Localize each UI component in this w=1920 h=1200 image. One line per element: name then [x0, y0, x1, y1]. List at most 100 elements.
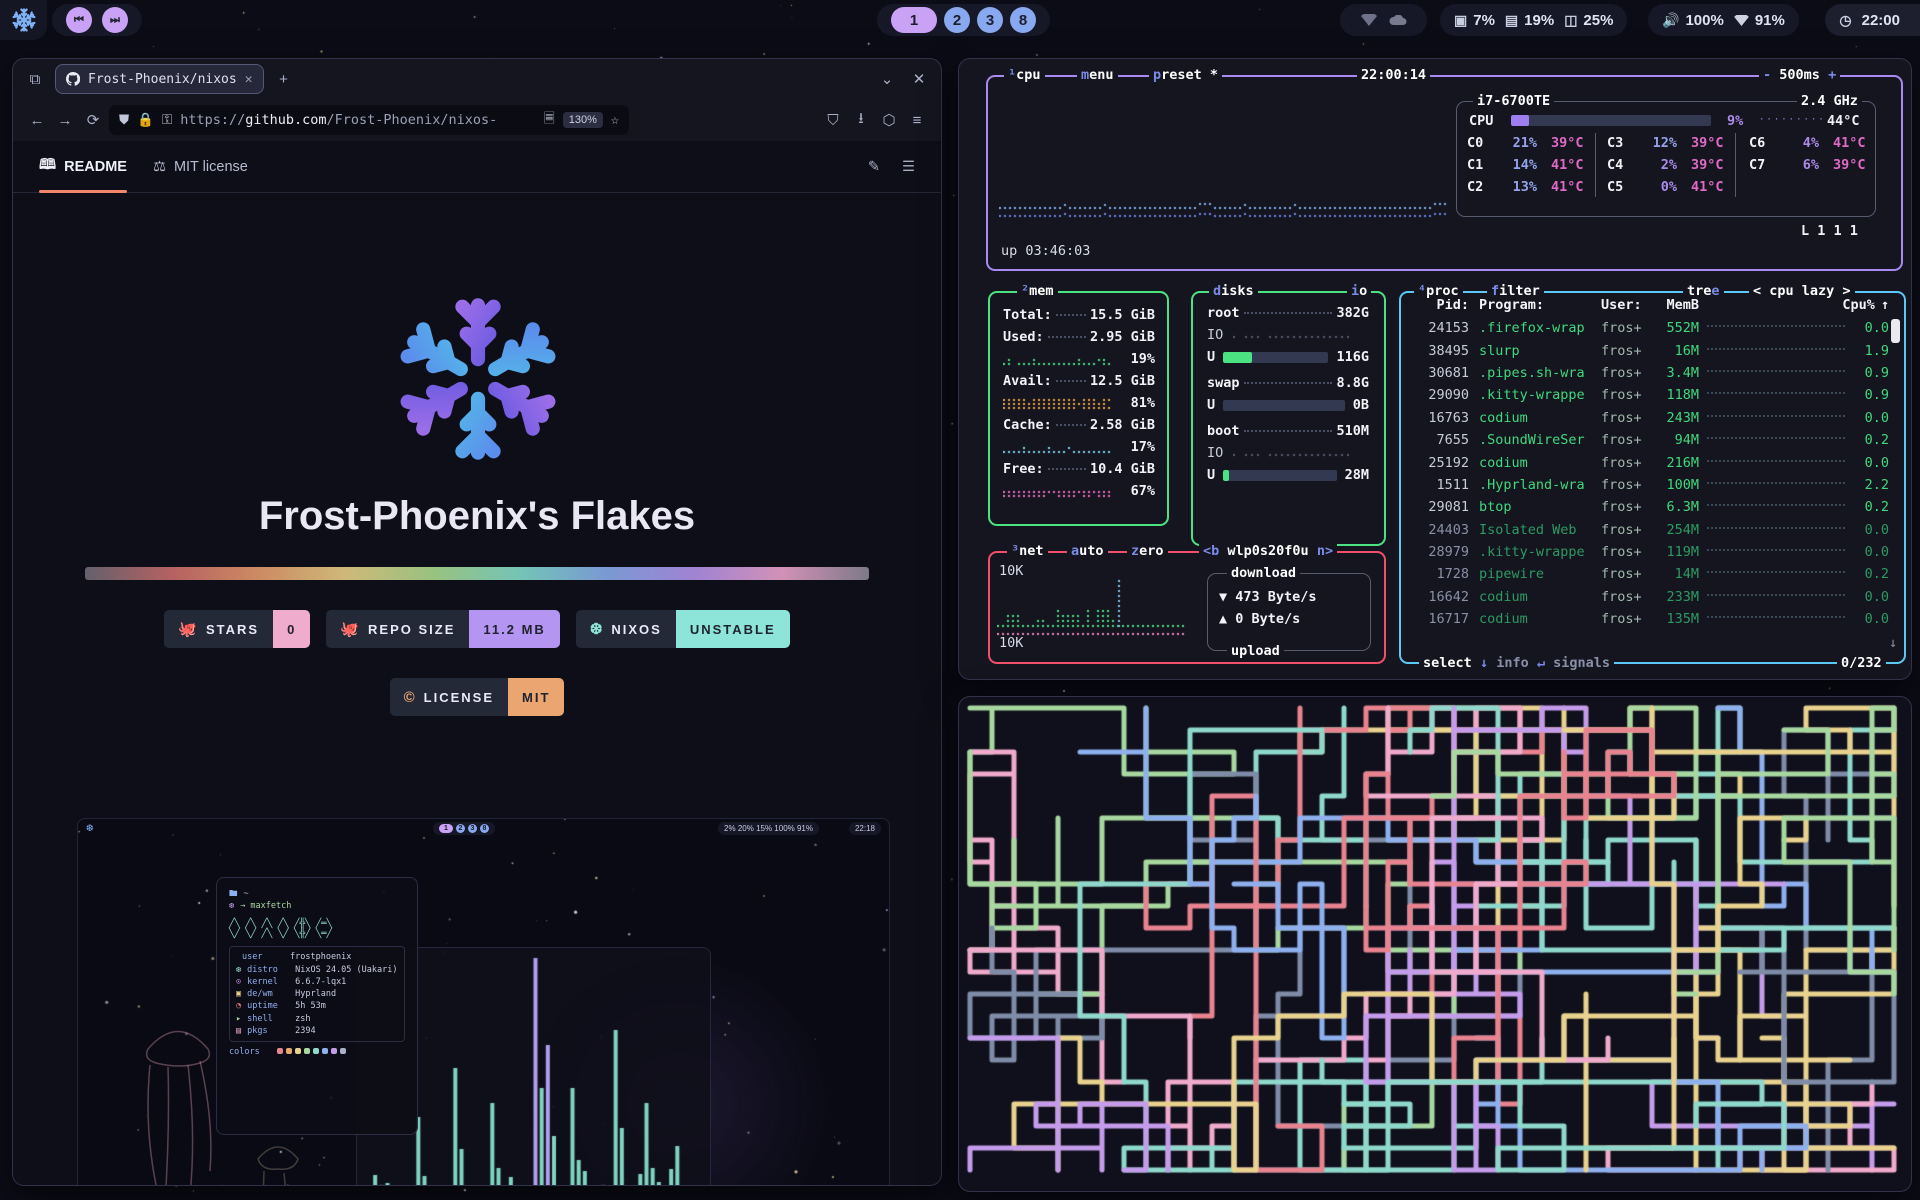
proc-user: fros+: [1601, 343, 1653, 359]
workspace-button-3[interactable]: 3: [977, 7, 1003, 33]
workspace-button-8[interactable]: 8: [1010, 7, 1036, 33]
select-label[interactable]: select: [1423, 655, 1472, 671]
core-name: C0: [1467, 135, 1495, 151]
screenshot-stats: 2% 20% 15% 100% 91%: [718, 822, 819, 835]
process-row[interactable]: 25192codiumfros+216M0.0: [1407, 451, 1889, 473]
color-swatch: [331, 1048, 337, 1054]
disks-io-toggle[interactable]: io: [1347, 283, 1371, 299]
net-traffic-graph: [997, 579, 1187, 641]
proc-header-mem[interactable]: MemB: [1653, 297, 1699, 313]
back-button[interactable]: ←: [25, 108, 49, 132]
nixos-menu-button[interactable]: [0, 0, 47, 40]
media-controls: ⏮ ⏭: [52, 4, 142, 36]
mem-row-value: 2.58 GiB: [1090, 417, 1155, 433]
browser-tab[interactable]: Frost-Phoenix/nixos ✕: [55, 64, 264, 94]
process-row[interactable]: 29090.kitty-wrappefros+118M0.9: [1407, 384, 1889, 406]
volume-level: 100%: [1685, 12, 1723, 29]
disk-used-meter: [1223, 470, 1336, 481]
proc-mem: 118M: [1653, 387, 1699, 403]
readme-tab-label: README: [64, 159, 127, 175]
reader-mode-icon[interactable]: 🗏: [544, 109, 555, 132]
volume-icon[interactable]: 🔊: [1662, 12, 1679, 29]
wifi-icon[interactable]: [1734, 15, 1749, 26]
process-row[interactable]: 1728pipewirefros+14M0.2: [1407, 563, 1889, 585]
zoom-level-badge[interactable]: 130%: [563, 112, 603, 128]
workspace-button-1[interactable]: 1: [891, 7, 937, 33]
process-row[interactable]: 7655.SoundWireSerfros+94M0.2: [1407, 429, 1889, 451]
process-row[interactable]: 16642codiumfros+233M0.0: [1407, 586, 1889, 608]
proc-sort-selector[interactable]: < cpu lazy >: [1749, 283, 1855, 299]
mem-graph: [1003, 351, 1113, 367]
net-box-title[interactable]: ³net: [1007, 543, 1048, 559]
pkgs-icon: ▤: [236, 1025, 241, 1037]
disk-icon: ◫: [1564, 12, 1577, 29]
permissions-icon[interactable]: ⚿: [162, 112, 172, 128]
process-row[interactable]: 24153.firefox-wrapfros+552M0.0: [1407, 317, 1889, 339]
signals-label[interactable]: signals: [1553, 655, 1610, 671]
proc-header-user[interactable]: User:: [1601, 297, 1653, 313]
proc-leader: [1707, 616, 1845, 618]
bookmark-star-icon[interactable]: ☆: [611, 112, 619, 128]
extensions-puzzle-icon[interactable]: ⬡: [877, 108, 901, 132]
forward-button[interactable]: →: [53, 108, 77, 132]
net-interface-switcher[interactable]: <b wlp0s20f0u n>: [1199, 543, 1337, 559]
proc-filter-button[interactable]: filter: [1487, 283, 1544, 299]
process-row[interactable]: 38495slurpfros+16M1.9: [1407, 339, 1889, 361]
outline-list-icon[interactable]: ☰: [902, 159, 915, 175]
workspace-button-2[interactable]: 2: [944, 7, 970, 33]
proc-scroll-down-icon[interactable]: ↓: [1889, 635, 1897, 651]
core-column-divider: [1595, 133, 1596, 197]
pocket-icon[interactable]: ⛉: [821, 108, 845, 132]
process-row[interactable]: 16763codiumfros+243M0.0: [1407, 407, 1889, 429]
reload-button[interactable]: ⟳: [81, 108, 105, 132]
process-row[interactable]: 1511.Hyprland-wrafros+100M2.2: [1407, 474, 1889, 496]
net-auto-toggle[interactable]: auto: [1067, 543, 1108, 559]
edit-pencil-icon[interactable]: ✎: [868, 159, 880, 175]
proc-tree-toggle[interactable]: tree: [1683, 283, 1724, 299]
screenshot-workspace-1: 1: [439, 824, 453, 833]
badge-license[interactable]: ©LICENSEMIT: [390, 678, 565, 716]
disks-box-title[interactable]: disks: [1209, 283, 1258, 299]
downloads-icon[interactable]: ⭳: [849, 108, 873, 132]
tab-mit-license[interactable]: ⚖ MIT license: [153, 141, 248, 193]
proc-header-cpu[interactable]: Cpu%: [1842, 297, 1875, 313]
proc-header-pid[interactable]: Pid:: [1407, 297, 1469, 313]
update-interval-control[interactable]: - 500ms +: [1759, 67, 1840, 83]
tracking-shield-icon[interactable]: ⛊: [119, 112, 129, 128]
cpu-box-title[interactable]: ¹cpu: [1004, 67, 1045, 83]
process-row[interactable]: 30681.pipes.sh-wrafros+3.4M0.9: [1407, 362, 1889, 384]
mem-row-graph: 81%: [1003, 395, 1155, 411]
badge-nixos[interactable]: ❆NIXOSUNSTABLE: [576, 610, 790, 648]
cpu-menu-button[interactable]: menu: [1077, 67, 1118, 83]
proc-box-title[interactable]: ⁴proc: [1414, 283, 1463, 299]
tab-list-chevron-icon[interactable]: ⌄: [875, 67, 899, 91]
window-close-icon[interactable]: ✕: [907, 67, 931, 91]
proc-header-program[interactable]: Program:: [1479, 297, 1601, 313]
process-row[interactable]: 24403Isolated Webfros+254M0.0: [1407, 519, 1889, 541]
url-bar[interactable]: ⛊ 🔒 ⚿ https://github.com/Frost-Phoenix/n…: [109, 105, 629, 135]
proc-selection-count: 0/232: [1837, 655, 1886, 671]
menu-hamburger-icon[interactable]: ≡: [905, 108, 929, 132]
process-row[interactable]: 28979.kitty-wrappefros+119M0.0: [1407, 541, 1889, 563]
info-label[interactable]: info: [1496, 655, 1529, 671]
weather-applet[interactable]: [1340, 4, 1427, 36]
disk-used-row: U116G: [1207, 349, 1369, 365]
disk-name: boot: [1207, 423, 1240, 439]
mem-box-title[interactable]: ²mem: [1017, 283, 1058, 299]
badge-stars[interactable]: 🐙STARS0: [164, 610, 310, 648]
media-next-button[interactable]: ⏭: [102, 7, 128, 33]
net-zero-toggle[interactable]: zero: [1127, 543, 1168, 559]
core-pct: 13%: [1495, 179, 1537, 195]
fetch-info-row: ▣de/wmHyprland: [236, 988, 398, 1000]
cpu-preset-button[interactable]: preset *: [1149, 67, 1222, 83]
new-tab-button[interactable]: +: [272, 67, 296, 91]
sidebar-toggle-icon[interactable]: ⧉: [23, 67, 47, 91]
proc-scrollbar-thumb[interactable]: [1891, 319, 1900, 343]
tab-readme[interactable]: 🕮 README: [39, 141, 127, 193]
media-prev-button[interactable]: ⏮: [66, 7, 92, 33]
tab-close-icon[interactable]: ✕: [245, 72, 253, 87]
badge-repo-size[interactable]: 🐙REPO SIZE11.2 MB: [326, 610, 559, 648]
process-row[interactable]: 16717codiumfros+135M0.0: [1407, 608, 1889, 630]
proc-cpu: 0.9: [1853, 387, 1889, 403]
process-row[interactable]: 29081btopfros+6.3M0.2: [1407, 496, 1889, 518]
